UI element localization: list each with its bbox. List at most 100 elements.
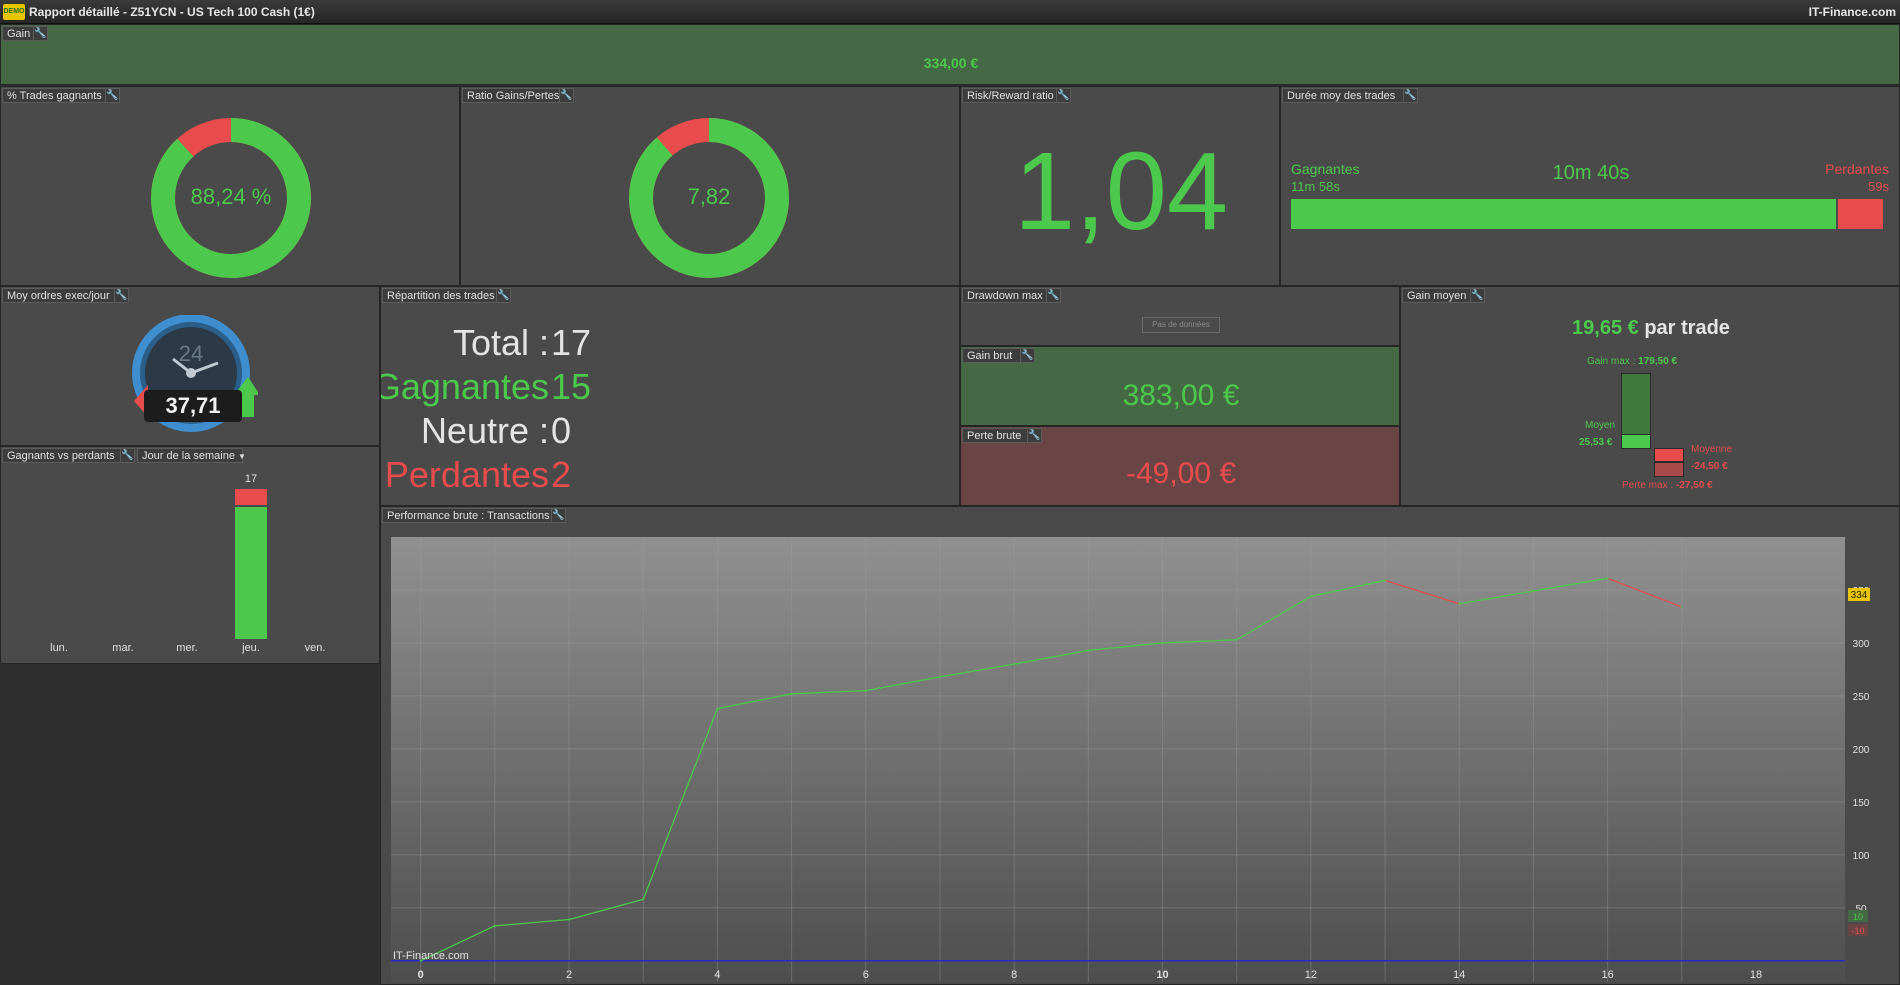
x-tick-label: 2 bbox=[566, 969, 572, 981]
y-tick-label: 100 bbox=[1853, 851, 1870, 862]
day-bar-losses bbox=[235, 489, 267, 507]
performance-point bbox=[567, 918, 571, 921]
neutral-value: 0 bbox=[551, 410, 572, 451]
gross-gain-panel: Gain brut 🔧 383,00 € bbox=[960, 346, 1400, 426]
wrench-icon[interactable]: 🔧 bbox=[114, 288, 129, 303]
x-tick-label: 14 bbox=[1453, 969, 1465, 981]
gross-loss-value: -49,00 € bbox=[1125, 457, 1237, 490]
gross-gain-value: 383,00 € bbox=[1122, 379, 1240, 412]
orders-panel: Moy ordres exec/jour 🔧 24 37,71 bbox=[0, 286, 380, 446]
performance-point bbox=[1161, 641, 1164, 645]
total-value: 17 bbox=[551, 322, 592, 363]
gain-panel: Gain 🔧 334,00 € bbox=[0, 24, 1900, 85]
day-label: mar. bbox=[112, 642, 134, 654]
panel-title: Gain bbox=[2, 26, 35, 41]
window-title: Rapport détaillé - Z51YCN - US Tech 100 … bbox=[29, 5, 315, 19]
orders-value: 37,71 bbox=[144, 390, 242, 422]
x-tick-label: 18 bbox=[1750, 969, 1762, 981]
plot-area bbox=[391, 537, 1845, 982]
winners-vs-losers-panel: Gagnants vs perdants 🔧 Jour de la semain… bbox=[0, 446, 380, 664]
average-loss-label: Moyenne bbox=[1691, 444, 1733, 455]
panel-title: Moy ordres exec/jour bbox=[2, 288, 116, 303]
average-win-label: Moyen bbox=[1585, 420, 1616, 431]
wrench-icon[interactable]: 🔧 bbox=[1046, 288, 1061, 303]
performance-point bbox=[1458, 602, 1461, 605]
performance-panel: Performance brute : Transactions 🔧 50 100… bbox=[380, 506, 1900, 985]
wrench-icon[interactable]: 🔧 bbox=[33, 26, 48, 41]
performance-point bbox=[493, 924, 497, 928]
x-tick-label: 16 bbox=[1601, 969, 1613, 981]
performance-point bbox=[1309, 595, 1313, 598]
average-duration: 10m 40s bbox=[1552, 162, 1630, 184]
day-label: ven. bbox=[304, 642, 326, 654]
y-tick-label: 300 bbox=[1853, 639, 1870, 650]
drawdown-panel: Drawdown max 🔧 Pas de données bbox=[960, 286, 1400, 346]
performance-point bbox=[1087, 649, 1090, 652]
max-loss-bar bbox=[1654, 462, 1684, 477]
distribution-panel: Répartition des trades 🔧 Total : 17 Gagn… bbox=[380, 286, 960, 506]
max-gain-line: Gain max : 179,50 € bbox=[1587, 356, 1677, 367]
losers-value: 2 bbox=[551, 454, 572, 495]
performance-chart: 50100150200250300350024681012141618 IT-F… bbox=[391, 537, 1891, 984]
last-value-text: 334 bbox=[1851, 590, 1868, 601]
day-bar-wins bbox=[235, 506, 267, 639]
performance-point bbox=[642, 898, 645, 901]
gain-value: 334,00 € bbox=[923, 55, 979, 71]
panel-title: Drawdown max bbox=[962, 288, 1048, 303]
clock-number: 24 bbox=[179, 341, 203, 366]
x-tick-label: 12 bbox=[1305, 969, 1317, 981]
no-data-label: Pas de données bbox=[1142, 317, 1220, 333]
y-tick-label: 250 bbox=[1853, 692, 1870, 703]
performance-point bbox=[864, 689, 867, 692]
losers-label: Perdantes bbox=[1825, 161, 1889, 177]
average-gain-suffix: par trade bbox=[1644, 317, 1730, 339]
panel-title: Perte brute bbox=[962, 428, 1029, 443]
total-label: Total : bbox=[452, 322, 549, 363]
wrench-icon[interactable]: 🔧 bbox=[1027, 428, 1042, 443]
performance-point bbox=[938, 675, 942, 679]
max-loss-line: Perte max : -27,50 € bbox=[1622, 480, 1713, 491]
wrench-icon[interactable]: 🔧 bbox=[1020, 348, 1035, 363]
duration-bar-winners bbox=[1291, 199, 1838, 229]
brand-label: IT-Finance.com bbox=[1808, 5, 1896, 19]
average-gain-line: 19,65 € par trade bbox=[1401, 317, 1899, 340]
day-label: lun. bbox=[50, 642, 68, 654]
app-logo: DEMO bbox=[3, 4, 25, 20]
panel-title: Répartition des trades bbox=[382, 288, 498, 303]
average-gain-value: 19,65 € bbox=[1572, 317, 1639, 339]
x-tick-label: 6 bbox=[863, 969, 869, 981]
chart-watermark: IT-Finance.com bbox=[393, 950, 469, 962]
performance-point bbox=[1383, 579, 1387, 582]
wrench-icon[interactable]: 🔧 bbox=[1056, 88, 1071, 103]
panel-title: Risk/Reward ratio bbox=[962, 88, 1058, 103]
wrench-icon[interactable]: 🔧 bbox=[1470, 288, 1485, 303]
risk-reward-value: 1,04 bbox=[1013, 130, 1229, 253]
performance-point bbox=[790, 692, 793, 696]
duration-panel: Durée moy des trades 🔧 Gagnantes 11m 58s… bbox=[1280, 86, 1900, 286]
y-tick-label: 150 bbox=[1853, 798, 1870, 809]
performance-point bbox=[1012, 662, 1016, 666]
losers-label: Perdantes : bbox=[384, 454, 549, 505]
x-tick-label: 4 bbox=[714, 969, 720, 981]
wrench-icon[interactable]: 🔧 bbox=[559, 88, 574, 103]
max-loss-value: -27,50 € bbox=[1675, 480, 1713, 491]
x-tick-label: 10 bbox=[1156, 969, 1168, 981]
panel-title: % Trades gagnants bbox=[2, 88, 106, 103]
performance-point bbox=[1532, 589, 1535, 593]
wrench-icon[interactable]: 🔧 bbox=[496, 288, 511, 303]
panel-title: Gain brut bbox=[962, 348, 1022, 363]
average-gain-panel: Gain moyen 🔧 19,65 € par trade Gain max … bbox=[1400, 286, 1900, 506]
wrench-icon[interactable]: 🔧 bbox=[1403, 88, 1418, 103]
losers-duration: 59s bbox=[1868, 179, 1889, 194]
average-win-value: 25,53 € bbox=[1579, 437, 1613, 448]
average-win-bar bbox=[1621, 434, 1651, 449]
max-gain-label: Gain max : bbox=[1587, 356, 1636, 367]
duration-bar bbox=[1291, 199, 1883, 229]
average-loss-bar bbox=[1654, 448, 1684, 462]
performance-point bbox=[716, 707, 719, 710]
winners-losers-chart: lun. mar. mer. jeu. 17 ven. bbox=[1, 447, 379, 663]
wrench-icon[interactable]: 🔧 bbox=[105, 88, 120, 103]
ratio-value: 7,82 bbox=[687, 184, 731, 209]
max-gain-value: 179,50 € bbox=[1638, 356, 1678, 367]
average-loss-value: -24,50 € bbox=[1691, 461, 1728, 472]
